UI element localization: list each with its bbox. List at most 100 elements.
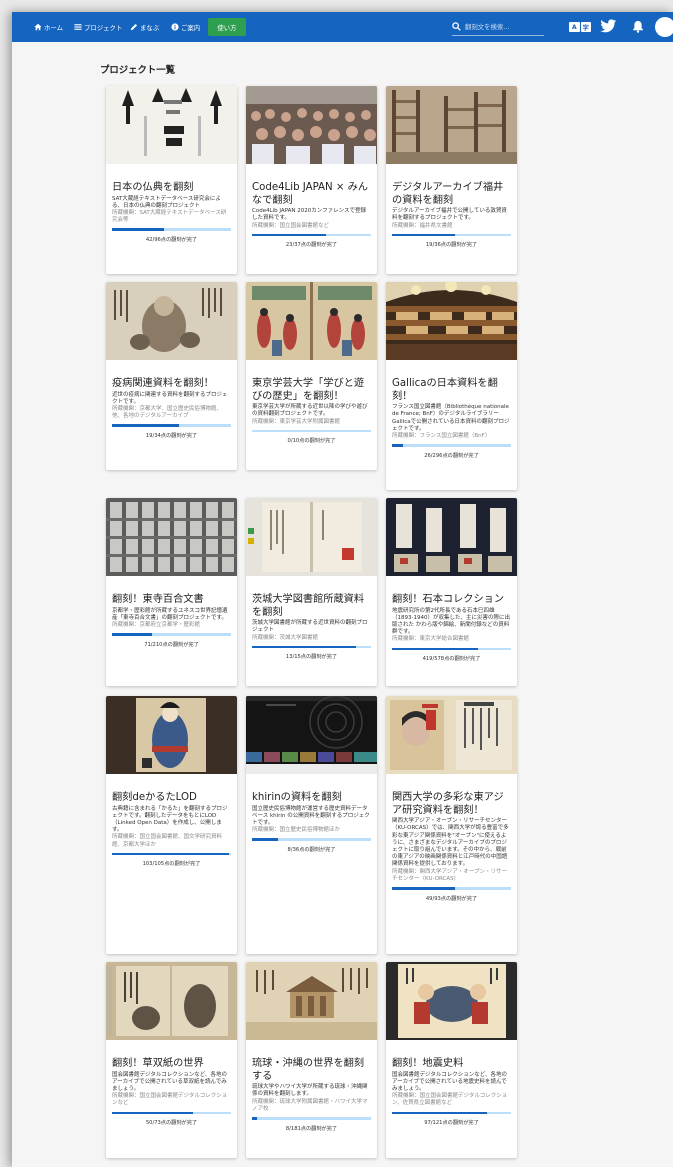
project-card[interactable]: 翻刻deかるたLOD 古典籍に含まれる「かるた」を翻刻するプロジェクトです。翻刻… bbox=[106, 696, 237, 954]
progress-text: 13/15点の翻刻が完了 bbox=[285, 654, 338, 661]
progress-bar bbox=[112, 633, 231, 636]
project-card[interactable]: 翻刻！草双紙の世界 国会図書館デジタルコレクションなど、各地のアーカイブで公開さ… bbox=[106, 962, 237, 1158]
progress-fill bbox=[112, 424, 179, 427]
progress-bar bbox=[252, 429, 371, 433]
usage-button[interactable]: 使い方 bbox=[208, 18, 246, 36]
project-card[interactable]: 翻刻！石本コレクション 地震研究所の第2代所長である石本巳四雄（1893-194… bbox=[386, 498, 517, 686]
project-thumbnail bbox=[246, 86, 377, 164]
progress-fill bbox=[392, 887, 456, 890]
progress-bar bbox=[112, 424, 231, 427]
bell-icon[interactable] bbox=[632, 20, 644, 33]
project-description: Code4Lib JAPAN 2020カンファレンスで登録した資料です。 bbox=[252, 208, 367, 222]
progress-bar bbox=[252, 645, 371, 649]
project-card[interactable]: 翻刻！東寺百合文書 京都学・歴彩館が所蔵するユネスコ世界記憶遺産「東寺百合文書」… bbox=[106, 498, 237, 686]
pencil-icon bbox=[130, 23, 138, 31]
nav-learn[interactable]: まなぶ bbox=[130, 20, 159, 34]
avatar[interactable] bbox=[655, 17, 673, 37]
page-title: プロジェクト一覧 bbox=[100, 65, 176, 76]
project-title[interactable]: Gallicaの日本資料を翻刻！ bbox=[392, 378, 511, 403]
project-card[interactable]: 東京学芸大学「学びと遊びの歴史」を翻刻！ 東京学芸大学が所蔵する近世以降の学びや… bbox=[246, 282, 377, 470]
project-org: 所蔵機関：東京大学総合図書館 bbox=[392, 636, 470, 643]
project-org: 所蔵機関：琉球大学附属図書館・ハワイ大学マノア校 bbox=[252, 1098, 368, 1112]
project-description: 京都学・歴彩館が所蔵するユネスコ世界記憶遺産「東寺百合文書」の翻刻プロジェクトで… bbox=[112, 607, 228, 621]
project-title[interactable]: 翻刻！東寺百合文書 bbox=[112, 594, 231, 607]
progress-text: 97/121点の翻刻が完了 bbox=[424, 1120, 479, 1127]
language-kanji-label: 字 bbox=[580, 22, 591, 32]
project-thumbnail bbox=[106, 962, 237, 1040]
progress-text: 8/36点の翻刻が完了 bbox=[287, 846, 336, 853]
progress-text: 8/181点の翻刻が完了 bbox=[285, 1125, 338, 1132]
project-card[interactable]: 関西大学の多彩な東アジア研究資料を翻刻！ 関西大学アジア・オープン・リサーチセン… bbox=[386, 696, 517, 954]
project-title[interactable]: 翻刻deかるたLOD bbox=[112, 792, 231, 805]
progress-fill bbox=[392, 444, 403, 447]
project-org: 所蔵機関：京都大学、国立歴史民俗博物館、他、各地のデジタルアーカイブ bbox=[112, 406, 223, 420]
progress-bar bbox=[252, 1117, 371, 1120]
nav-guide[interactable]: ご案内 bbox=[171, 20, 200, 34]
project-description: 東京学芸大学が所蔵する近世以降の学びや遊びの資料翻刻プロジェクトです。 bbox=[252, 404, 368, 418]
progress-bar bbox=[392, 233, 511, 237]
nav-projects-label: プロジェクト bbox=[84, 23, 123, 32]
search-box[interactable] bbox=[452, 18, 544, 36]
project-title[interactable]: 琉球・沖縄の世界を翻刻する bbox=[252, 1058, 371, 1083]
project-org: 所蔵機関：国立歴史民俗博物館ほか bbox=[252, 827, 341, 834]
project-card[interactable]: Code4Lib JAPAN × みんなで翻刻 Code4Lib JAPAN 2… bbox=[246, 86, 377, 274]
progress-text: 23/37点の翻刻が完了 bbox=[285, 242, 338, 249]
progress-text: 50/73点の翻刻が完了 bbox=[145, 1120, 198, 1127]
progress-text: 49/93点の翻刻が完了 bbox=[425, 895, 478, 902]
project-title[interactable]: デジタルアーカイブ福井の資料を翻刻 bbox=[392, 182, 511, 207]
project-card[interactable]: khirinの資料を翻刻 国立歴史民俗博物館が運営する歴史資料データベース kh… bbox=[246, 696, 377, 954]
project-org: 所蔵機関：国立国会図書館、国文学研究資料館、京都大学ほか bbox=[112, 834, 223, 848]
project-thumbnail bbox=[106, 282, 237, 360]
progress-bar bbox=[252, 838, 371, 841]
project-org: 所蔵機関：国立国会図書館デジタルコレクション、佐賀県立図書館など bbox=[392, 1093, 508, 1107]
project-title[interactable]: 翻刻！地震史料 bbox=[392, 1058, 511, 1071]
project-title[interactable]: 翻刻！石本コレクション bbox=[392, 594, 511, 607]
nav-home-label: ホーム bbox=[44, 23, 63, 32]
project-card[interactable]: 日本の仏典を翻刻 SAT大蔵経テキストデータベース研究会による、日本の仏典の翻刻… bbox=[106, 86, 237, 274]
project-title[interactable]: 翻刻！草双紙の世界 bbox=[112, 1058, 231, 1071]
project-description: 琉球大学やハワイ大学が所蔵する琉球・沖縄関係の資料を翻刻します。 bbox=[252, 1084, 368, 1098]
project-title[interactable]: Code4Lib JAPAN × みんなで翻刻 bbox=[252, 182, 371, 207]
project-thumbnail bbox=[106, 696, 237, 774]
search-input[interactable] bbox=[461, 22, 535, 31]
project-card[interactable]: 翻刻！地震史料 国会図書館デジタルコレクションなど、各地のアーカイブで公開されて… bbox=[386, 962, 517, 1158]
project-description: 関西大学アジア・オープン・リサーチセンター（KU-ORCAS）では、関西大学が誇… bbox=[392, 818, 509, 868]
project-thumbnail bbox=[246, 696, 377, 774]
twitter-icon[interactable] bbox=[600, 19, 617, 34]
progress-fill bbox=[392, 233, 456, 237]
progress-text: 103/105点の翻刻が完了 bbox=[142, 861, 201, 868]
language-toggle[interactable]: A 字 bbox=[569, 22, 591, 32]
project-thumbnail bbox=[246, 962, 377, 1040]
project-title[interactable]: 疫病関連資料を翻刻！ bbox=[112, 378, 231, 391]
progress-fill bbox=[252, 838, 279, 841]
project-description: フランス国立図書館（Bibliothèque nationale de Fran… bbox=[392, 404, 510, 432]
nav-home[interactable]: ホーム bbox=[34, 20, 63, 34]
project-card[interactable]: 疫病関連資料を翻刻！ 近世の疫病に関連する資料を翻刻するプロジェクトです。 所蔵… bbox=[106, 282, 237, 470]
project-thumbnail bbox=[386, 86, 517, 164]
project-title[interactable]: khirinの資料を翻刻 bbox=[252, 792, 371, 805]
project-title[interactable]: 関西大学の多彩な東アジア研究資料を翻刻！ bbox=[392, 792, 511, 817]
project-card[interactable]: デジタルアーカイブ福井の資料を翻刻 デジタルアーカイブ福井で公開している敦賀資料… bbox=[386, 86, 517, 274]
project-title[interactable]: 茨城大学図書館所蔵資料を翻刻 bbox=[252, 594, 371, 619]
project-title[interactable]: 東京学芸大学「学びと遊びの歴史」を翻刻！ bbox=[252, 378, 371, 403]
top-navigation-bar: ホーム プロジェクト まなぶ ご案内 使い方 A 字 bbox=[12, 12, 673, 42]
progress-bar bbox=[112, 852, 231, 856]
progress-bar bbox=[392, 647, 511, 651]
project-thumbnail bbox=[386, 962, 517, 1040]
project-org: 所蔵機関：東京学芸大学附属図書館 bbox=[252, 418, 341, 425]
project-org: 所蔵機関：福井県文書館 bbox=[392, 222, 453, 229]
search-icon bbox=[452, 22, 461, 31]
project-description: 古典籍に含まれる「かるた」を翻刻するプロジェクトです。翻刻したデータをもとにLO… bbox=[112, 805, 228, 834]
project-org: 所蔵機関：SAT大蔵経テキストデータベース研究会等 bbox=[112, 210, 227, 224]
progress-text: 419/578点の翻刻が完了 bbox=[422, 656, 481, 663]
project-thumbnail bbox=[106, 86, 237, 164]
project-card[interactable]: Gallicaの日本資料を翻刻！ フランス国立図書館（Bibliothèque … bbox=[386, 282, 517, 490]
project-card[interactable]: 琉球・沖縄の世界を翻刻する 琉球大学やハワイ大学が所蔵する琉球・沖縄関係の資料を… bbox=[246, 962, 377, 1158]
project-card[interactable]: 茨城大学図書館所蔵資料を翻刻 茨城大学図書館が所蔵する近世資料の翻刻プロジェクト… bbox=[246, 498, 377, 686]
project-description: SAT大蔵経テキストデータベース研究会による、日本の仏典の翻刻プロジェクト bbox=[112, 195, 221, 209]
progress-fill bbox=[112, 1111, 193, 1115]
project-title[interactable]: 日本の仏典を翻刻 bbox=[112, 182, 231, 195]
nav-projects[interactable]: プロジェクト bbox=[74, 20, 122, 34]
project-thumbnail bbox=[246, 498, 377, 576]
project-description: 国会図書館デジタルコレクションなど、各地のアーカイブで公開されている草双紙を読ん… bbox=[112, 1071, 228, 1092]
